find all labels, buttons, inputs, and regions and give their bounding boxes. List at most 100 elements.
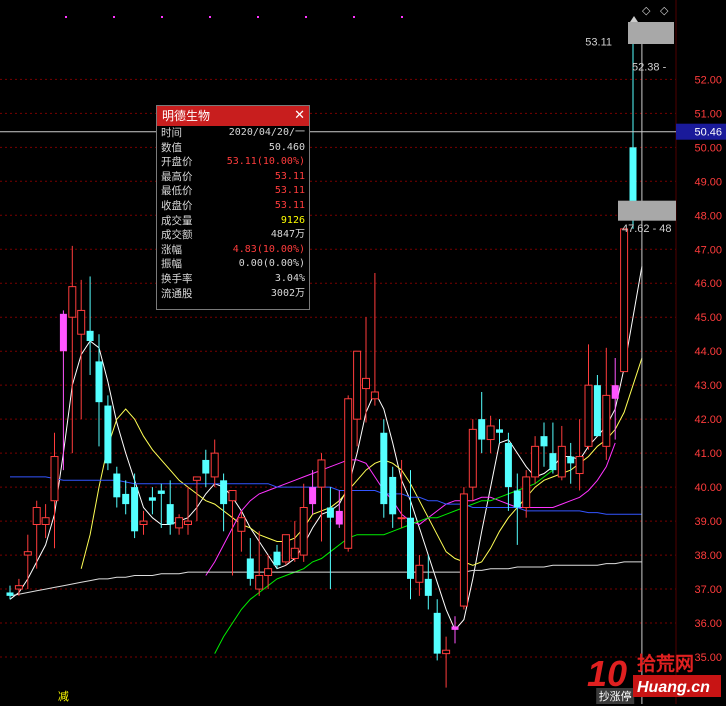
candle-body — [290, 547, 299, 559]
info-row: 成交额 4847万 — [157, 228, 309, 243]
close-icon[interactable]: ✕ — [294, 106, 305, 126]
info-row: 数值 50.460 — [157, 141, 309, 156]
candle-body — [459, 493, 468, 607]
candle-body — [611, 385, 619, 399]
candle-body — [210, 452, 219, 478]
candle-body — [157, 490, 165, 494]
y-tick-label: 49.00 — [694, 176, 722, 188]
candle-body — [496, 429, 503, 433]
y-tick-label: 52.00 — [694, 74, 722, 86]
candle-body — [415, 564, 424, 583]
candle-body — [202, 459, 210, 474]
candle-body — [77, 309, 86, 335]
watermark-graphic: 10 拾荒网 Huang.cn — [587, 652, 721, 697]
candle-body — [353, 350, 362, 420]
info-label: 最高价 — [161, 170, 193, 183]
info-value: 0.00(0.00%) — [238, 258, 305, 270]
candle-body — [531, 445, 540, 478]
candle-body — [504, 442, 512, 488]
candle-body — [567, 456, 575, 464]
candle-body — [629, 147, 637, 209]
watermark-digits: 10 — [587, 653, 627, 694]
candle-body — [255, 574, 264, 590]
candle-body — [451, 626, 459, 630]
candle-body — [593, 385, 601, 437]
candle-body — [122, 493, 130, 505]
info-label: 最低价 — [161, 185, 193, 198]
bottom-label: 减 — [58, 690, 69, 703]
candle-body — [139, 520, 148, 526]
info-value: 50.460 — [268, 141, 305, 153]
candle-body — [86, 330, 94, 342]
info-label: 开盘价 — [161, 156, 193, 169]
info-panel-title: 明德生物 ✕ — [157, 106, 309, 126]
y-tick-label: 47.00 — [694, 244, 722, 256]
candle-body — [540, 436, 548, 447]
y-tick-label: 50.00 — [694, 142, 722, 154]
candle-body — [113, 473, 121, 498]
info-label: 收盘价 — [161, 199, 193, 212]
info-label: 振幅 — [161, 258, 182, 271]
y-tick-label: 38.00 — [694, 550, 722, 562]
y-tick-label: 51.00 — [694, 108, 722, 120]
candle-body — [335, 510, 343, 525]
candle-body — [32, 507, 41, 525]
y-tick-label: 39.00 — [694, 516, 722, 528]
stock-name: 明德生物 — [162, 109, 211, 123]
watermark-logo: 10 拾荒网 Huang.cn — [585, 650, 725, 702]
watermark-domain: Huang.cn — [637, 679, 710, 696]
candle-body — [148, 497, 156, 501]
info-row: 最低价 53.11 — [157, 184, 309, 199]
diamond-icon: ◇ — [660, 4, 669, 17]
candle-body — [273, 551, 281, 566]
candle-body — [59, 313, 67, 352]
info-panel: 明德生物 ✕ 时间 2020/04/20/一 数值 50.460 开盘价 53.11(10… — [156, 105, 310, 310]
watermark-cn: 拾荒网 — [637, 652, 694, 675]
crosshair-price-label: 50.46 — [694, 127, 722, 139]
triangle-icon — [630, 16, 638, 22]
candle-body — [131, 487, 139, 532]
info-row: 振幅 0.00(0.00%) — [157, 257, 309, 272]
candle-body — [370, 391, 379, 400]
price-marker-label: 53.11 — [585, 37, 612, 49]
candle-body — [486, 425, 495, 441]
candle-body — [175, 517, 184, 529]
y-tick-label: 43.00 — [694, 380, 722, 392]
y-tick-label: 48.00 — [694, 210, 722, 222]
candle-body — [326, 507, 334, 518]
candle-body — [575, 456, 584, 475]
candle-body — [602, 394, 611, 447]
info-row: 流通股 3002万 — [157, 287, 309, 302]
price-marker-label: 52.38 - — [632, 61, 667, 73]
info-row: 收盘价 53.11 — [157, 199, 309, 214]
candle-body — [104, 405, 112, 464]
candle-body — [468, 428, 477, 488]
gap-price-box — [618, 200, 676, 221]
y-tick-label: 46.00 — [694, 278, 722, 290]
candle-body — [317, 459, 326, 488]
candlestick-chart[interactable]: 52.00 51.00 50.00 49.00 48.00 47.00 46.00 45.00… — [0, 0, 726, 704]
top-dot — [305, 16, 307, 18]
candle-body — [424, 578, 432, 596]
y-tick-label: 45.00 — [694, 312, 722, 324]
candle-body — [41, 517, 50, 526]
candle-body — [344, 398, 353, 549]
candle-body — [433, 612, 441, 654]
info-label: 涨幅 — [161, 243, 182, 256]
candle-body — [513, 490, 521, 508]
candle-body — [246, 558, 254, 579]
top-dot — [65, 16, 67, 18]
top-dot — [113, 16, 115, 18]
ma-line — [9, 561, 642, 597]
info-label: 换手率 — [161, 272, 193, 285]
info-row: 成交量 9126 — [157, 214, 309, 229]
info-value: 2020/04/20/一 — [228, 127, 305, 138]
candle-body — [184, 520, 192, 526]
info-value: 53.11 — [274, 170, 305, 182]
info-rows: 时间 2020/04/20/一 数值 50.460 开盘价 53.11(10.00%) 最高… — [157, 126, 309, 301]
candle-body — [14, 585, 23, 590]
top-dot — [257, 16, 259, 18]
candle-body — [220, 480, 228, 505]
candle-body — [50, 456, 59, 502]
info-label: 成交额 — [161, 229, 193, 242]
